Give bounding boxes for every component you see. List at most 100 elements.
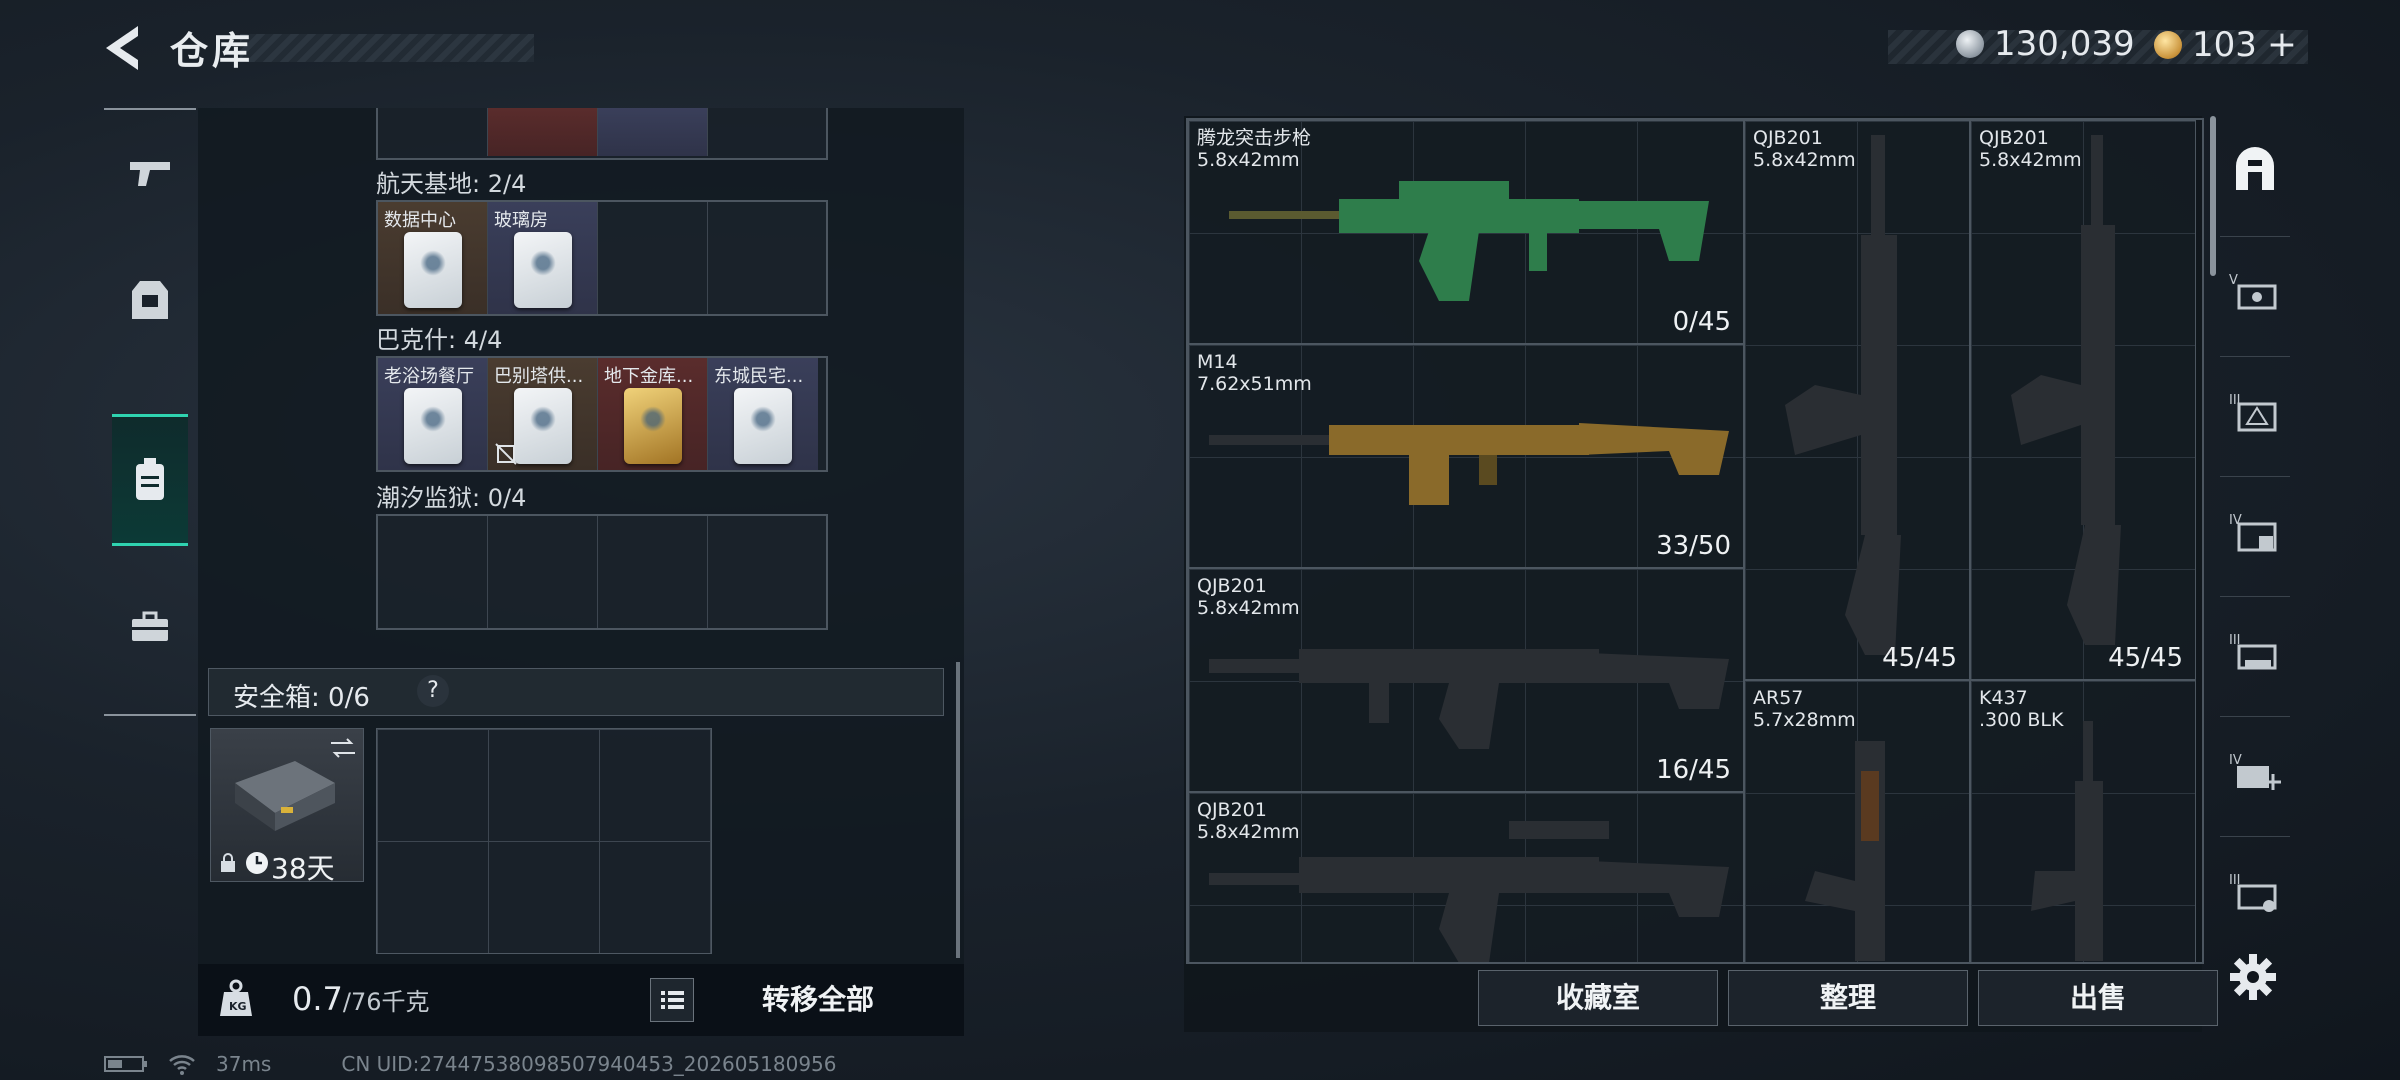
filter-tier-v[interactable]: V — [2220, 236, 2290, 347]
settings-button[interactable] — [2228, 952, 2278, 1002]
lock-icon — [221, 853, 235, 872]
help-button[interactable]: ? — [417, 675, 449, 707]
vertical-rifle-icon — [2011, 135, 2121, 645]
tier-iii-b-icon: III — [2229, 633, 2277, 670]
keycard-slot[interactable]: 数据中心 — [378, 202, 488, 314]
rifle-icon — [1209, 423, 1729, 505]
empty-slot — [708, 516, 818, 628]
keycard-icon — [734, 388, 792, 464]
safe-case-icon — [235, 761, 335, 831]
filter-tier-iv-plus[interactable]: IV — [2220, 716, 2290, 827]
vertical-rifle-icon — [2031, 721, 2103, 961]
keycard-slot[interactable]: 东城民宅... — [708, 358, 818, 470]
weapon-panel: 腾龙突击步枪 5.8x42mm 0/45 M14 7.62x51mm 33/50… — [1184, 116, 2204, 1032]
keycard-slot[interactable]: 玻璃房 — [488, 202, 598, 314]
filter-tier-iv[interactable]: IV — [2220, 476, 2290, 587]
weapon-card[interactable]: 腾龙突击步枪 5.8x42mm 0/45 — [1188, 120, 1744, 344]
empty-slot — [598, 202, 708, 314]
nav-weapons[interactable] — [112, 110, 188, 236]
gold-currency[interactable]: 103 + — [2154, 24, 2297, 65]
weapon-card[interactable]: QJB201 5.8x42mm 16/45 — [1188, 568, 1744, 792]
silver-currency[interactable]: 130,039 — [1956, 24, 2135, 64]
weapon-actions: 收藏室 整理 出售 — [1478, 970, 2218, 1028]
keycard-gold-icon — [624, 388, 682, 464]
weapon-name: QJB201 — [1197, 575, 1267, 597]
card-row-partial — [376, 108, 828, 160]
weapon-name: 腾龙突击步枪 — [1197, 127, 1312, 149]
keycard-icon — [514, 388, 572, 464]
svg-text:V: V — [2229, 273, 2238, 288]
safe-box-grid[interactable] — [376, 728, 712, 954]
transfer-all-button[interactable]: 转移全部 — [728, 976, 908, 1024]
vertical-rifle-icon — [1785, 135, 1901, 655]
rifle-icon — [1229, 181, 1709, 301]
filter-all[interactable] — [2220, 116, 2290, 226]
silver-amount: 130,039 — [1994, 24, 2135, 64]
weapon-name-block: M14 7.62x51mm — [1197, 351, 1312, 395]
back-button[interactable] — [100, 22, 148, 74]
silver-coin-icon — [1956, 30, 1984, 58]
swap-icon[interactable] — [329, 737, 357, 759]
keycard-icon — [514, 232, 572, 308]
filter-tier-iii-c[interactable]: III — [2220, 836, 2290, 947]
organize-button[interactable]: 整理 — [1728, 970, 1968, 1026]
tier-iv-icon: IV — [2229, 513, 2277, 552]
card-row-space-base: 数据中心 玻璃房 — [376, 200, 828, 316]
keycard-slot[interactable]: 地下金库... — [598, 358, 708, 470]
tier-iii-icon: III — [2229, 393, 2277, 432]
card-label: 巴别塔供... — [494, 366, 584, 387]
section-label-space-base: 航天基地: 2/4 — [376, 170, 527, 198]
storage-scrollbar[interactable] — [956, 662, 960, 958]
status-bar: 37ms CN UID:27447538098507940453_2026051… — [104, 1052, 837, 1076]
weapon-name: M14 — [1197, 351, 1238, 373]
page-title: 仓库 — [170, 29, 255, 73]
section-label-bakesh: 巴克什: 4/4 — [376, 326, 503, 354]
keycard-icon — [404, 232, 462, 308]
weapon-grid: 腾龙突击步枪 5.8x42mm 0/45 M14 7.62x51mm 33/50… — [1186, 118, 2204, 964]
filter-tier-iii-b[interactable]: III — [2220, 596, 2290, 707]
weapon-card[interactable]: K437 .300 BLK — [1970, 680, 2196, 962]
sell-button[interactable]: 出售 — [1978, 970, 2218, 1026]
pistol-icon — [130, 162, 170, 186]
nav-armor[interactable] — [112, 238, 188, 364]
svg-text:KG: KG — [229, 1000, 247, 1013]
nav-keycards[interactable] — [112, 414, 188, 546]
weapon-card[interactable]: AR57 5.7x28mm — [1744, 680, 1970, 962]
weapon-ammo: 33/50 — [1656, 531, 1731, 561]
user-id: CN UID:27447538098507940453_202605180956 — [341, 1052, 837, 1076]
tier-iv-plus-icon: IV — [2229, 753, 2281, 790]
keycard-slot[interactable]: 巴别塔供... — [488, 358, 598, 470]
weapon-card[interactable]: QJB201 5.8x42mm 45/45 — [1744, 120, 1970, 680]
card-label: 地下金库... — [604, 366, 694, 387]
empty-slot — [488, 516, 598, 628]
backpack-icon — [136, 458, 164, 500]
vertical-rifle-icon — [1805, 741, 1885, 961]
weapon-name: AR57 — [1753, 687, 1804, 709]
card-label: 数据中心 — [384, 210, 456, 231]
rifle-icon — [1209, 821, 1729, 962]
safe-box-days: 38天 — [271, 852, 335, 885]
back-arrow-icon — [106, 26, 138, 70]
weapon-name: K437 — [1979, 687, 2028, 709]
add-currency-button[interactable]: + — [2267, 24, 2297, 65]
storage-footer: KG 0.7/76千克 转移全部 — [198, 964, 964, 1036]
keycard-slot[interactable]: 老浴场餐厅 — [378, 358, 488, 470]
safe-box-item[interactable]: 38天 — [210, 728, 364, 885]
collection-room-button[interactable]: 收藏室 — [1478, 970, 1718, 1026]
clock-icon — [246, 852, 268, 874]
weight-icon: KG — [220, 979, 252, 1016]
gold-coin-icon — [2154, 30, 2182, 59]
battery-icon — [104, 1056, 147, 1072]
weapon-card[interactable]: QJB201 5.8x42mm 45/45 — [1970, 120, 2196, 680]
no-transfer-icon — [495, 443, 517, 465]
tier-v-icon: V — [2229, 273, 2277, 310]
filter-tier-iii[interactable]: III — [2220, 356, 2290, 467]
gear-icon — [2230, 954, 2276, 1000]
weapon-caliber: 5.7x28mm — [1753, 709, 1856, 731]
svg-text:IV: IV — [2229, 753, 2242, 768]
nav-items[interactable] — [112, 564, 188, 690]
weapon-card[interactable]: M14 7.62x51mm 33/50 — [1188, 344, 1744, 568]
list-view-button[interactable] — [650, 978, 694, 1022]
weapon-card[interactable]: QJB201 5.8x42mm — [1188, 792, 1744, 962]
weapon-scrollbar[interactable] — [2210, 116, 2216, 276]
